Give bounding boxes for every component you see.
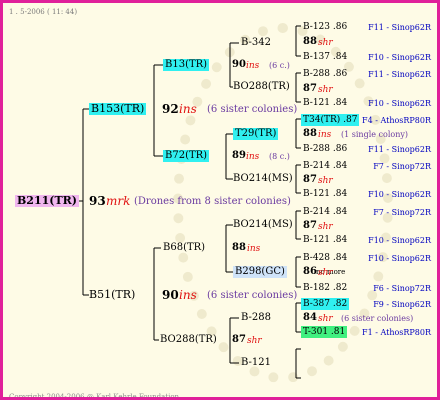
bo288-lower-race: shr bbox=[247, 336, 262, 346]
b13-number: 90 bbox=[232, 59, 246, 70]
root-note: (Drones from 8 sister colonies) bbox=[134, 196, 291, 207]
row-race: shr bbox=[318, 38, 333, 48]
b51-number: 90 bbox=[162, 288, 179, 302]
row-race: shr bbox=[318, 176, 333, 186]
row-number: 87 bbox=[303, 174, 317, 185]
row-race: ins bbox=[318, 130, 332, 140]
root-number: 93 bbox=[89, 194, 106, 208]
queen-bo214-a: BO214(MS) bbox=[233, 173, 293, 184]
row-origin: F10 - Sinop62R bbox=[368, 99, 431, 108]
queen-b121: B-121 bbox=[241, 357, 271, 368]
row-origin: F11 - Sinop62R bbox=[368, 70, 431, 79]
row-race: shr bbox=[318, 85, 333, 95]
queen-b51: B51(TR) bbox=[89, 288, 136, 301]
row-label: B-288 .86 bbox=[303, 69, 348, 79]
row-label: B-428 .84 bbox=[303, 253, 348, 263]
row-note: (1 single colony) bbox=[341, 130, 408, 139]
queen-bo214-b: BO214(MS) bbox=[233, 219, 293, 230]
b72-note: (8 c.) bbox=[269, 152, 290, 161]
row-number: 88 bbox=[303, 128, 317, 139]
row-label: B-214 .84 bbox=[303, 207, 348, 217]
b153-number: 92 bbox=[162, 102, 179, 116]
queen-t29: T29(TR) bbox=[233, 128, 279, 140]
queen-b342: B-342 bbox=[241, 37, 271, 48]
row-label: B-121 .84 bbox=[303, 98, 348, 108]
pedigree-frame: 1 . 5-2006 ( 11: 44) B211(TR) 93 mrk (Dr… bbox=[0, 0, 440, 400]
row-number: 84 bbox=[303, 312, 317, 323]
bo288-lower-number: 87 bbox=[232, 334, 246, 345]
row-label: B-182 .82 bbox=[303, 283, 348, 293]
row-origin: F6 - Sinop72R bbox=[373, 284, 431, 293]
row-origin: F9 - Sinop62R bbox=[373, 300, 431, 309]
row-race: shr bbox=[318, 314, 333, 324]
row-number: 87 bbox=[303, 83, 317, 94]
row-label: B-123 .86 bbox=[303, 22, 348, 32]
row-race: shr bbox=[318, 222, 333, 232]
row-origin: F7 - Sinop72R bbox=[373, 162, 431, 171]
root-race: mrk bbox=[106, 194, 131, 208]
row-race: shr bbox=[318, 268, 333, 278]
queen-bo288-lower: BO288(TR) bbox=[160, 334, 217, 345]
row-label: T-301 .81 bbox=[301, 326, 348, 338]
queen-b298: B298(GC) bbox=[233, 266, 287, 278]
root-queen-label: B211(TR) bbox=[15, 194, 79, 207]
b51-note: (6 sister colonies) bbox=[207, 290, 298, 301]
row-label: B-387 .82 bbox=[301, 298, 350, 310]
row-origin: F10 - Sinop62R bbox=[368, 53, 431, 62]
row-origin: F11 - Sinop62R bbox=[368, 23, 431, 32]
b72-number: 89 bbox=[232, 150, 246, 161]
row-note: (6 sister colonies) bbox=[341, 314, 414, 323]
queen-bo288-upper: BO288(TR) bbox=[233, 81, 290, 92]
b68-number: 88 bbox=[232, 242, 246, 253]
b51-race: ins bbox=[179, 288, 197, 302]
row-label: B-121 .84 bbox=[303, 235, 348, 245]
queen-b68: B68(TR) bbox=[163, 242, 206, 253]
row-origin: F10 - Sinop62R bbox=[368, 236, 431, 245]
queen-b153: B153(TR) bbox=[89, 102, 147, 115]
row-number: 86 bbox=[303, 266, 317, 277]
queen-b72: B72(TR) bbox=[163, 150, 210, 162]
row-origin: F4 - AthosRP80R bbox=[362, 116, 431, 125]
row-origin: F1 - AthosRP80R bbox=[362, 328, 431, 337]
row-number: 87 bbox=[303, 220, 317, 231]
row-label: B-137 .84 bbox=[303, 52, 348, 62]
queen-b288: B-288 bbox=[241, 312, 271, 323]
b72-race: ins bbox=[246, 152, 260, 162]
row-origin: F11 - Sinop62R bbox=[368, 145, 431, 154]
row-number: 88 bbox=[303, 36, 317, 47]
b13-note: (6 c.) bbox=[269, 61, 290, 70]
row-origin: F7 - Sinop72R bbox=[373, 208, 431, 217]
report-timestamp: 1 . 5-2006 ( 11: 44) bbox=[9, 8, 78, 16]
b13-race: ins bbox=[246, 61, 260, 71]
queen-b13: B13(TR) bbox=[163, 59, 210, 71]
row-label: B-288 .86 bbox=[303, 144, 348, 154]
row-origin: F10 - Sinop62R bbox=[368, 190, 431, 199]
row-label: T34(TR) .87 bbox=[301, 114, 360, 126]
copyright: Copyright 2004-2006 @ Karl Kehrle Founda… bbox=[9, 393, 182, 400]
row-label: B-121 .84 bbox=[303, 189, 348, 199]
row-origin: F10 - Sinop62R bbox=[368, 254, 431, 263]
b153-note: (6 sister colonies) bbox=[207, 104, 298, 115]
b68-race: ins bbox=[247, 244, 261, 254]
b153-race: ins bbox=[179, 102, 197, 116]
row-label: B-214 .84 bbox=[303, 161, 348, 171]
